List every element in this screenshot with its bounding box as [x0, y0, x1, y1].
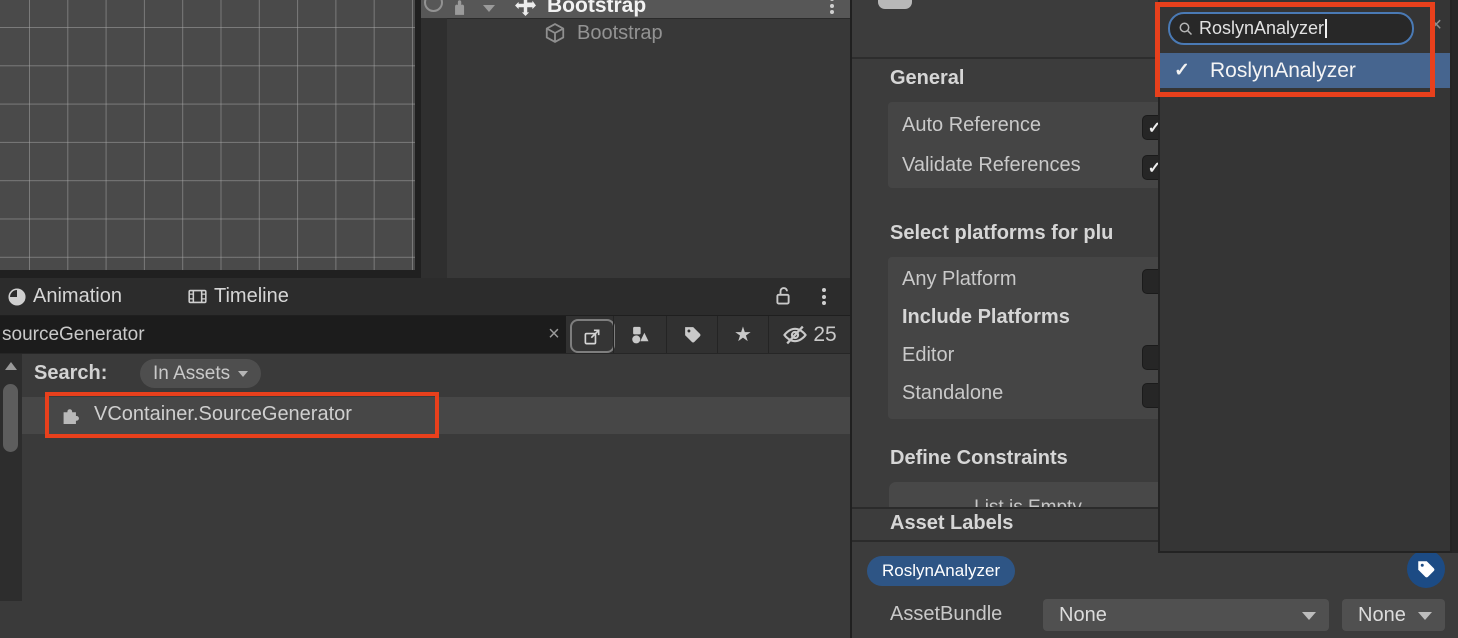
hierarchy-item-label: Bootstrap — [577, 22, 663, 45]
hidden-count: 25 — [813, 323, 836, 347]
project-panel: Animation Timeline sourceGenerator × — [0, 278, 850, 638]
open-in-new-icon — [583, 327, 602, 346]
shapes-icon — [630, 325, 650, 345]
section-title-asset-labels: Asset Labels — [890, 512, 1013, 535]
validate-references-label: Validate References — [902, 154, 1081, 177]
open-search-window-button[interactable] — [570, 319, 615, 353]
assetbundle-variant-dropdown[interactable]: None — [1342, 599, 1445, 631]
unity-editor-window: Bootstrap Bootstrap Animation — [0, 0, 1458, 638]
visibility-column — [421, 18, 447, 278]
chevron-down-icon[interactable] — [483, 5, 495, 12]
search-scope-value: In Assets — [153, 363, 230, 385]
tab-animation-label: Animation — [33, 285, 122, 308]
asset-label-pill-text: RoslynAnalyzer — [882, 561, 1000, 580]
chevron-down-icon — [1302, 612, 1316, 620]
any-platform-label: Any Platform — [902, 268, 1016, 291]
filter-by-type-button[interactable] — [614, 316, 666, 353]
tab-timeline[interactable]: Timeline — [188, 278, 289, 315]
kebab-menu-icon[interactable] — [822, 288, 826, 305]
assetbundle-label: AssetBundle — [890, 603, 1002, 626]
hierarchy-panel: Bootstrap Bootstrap — [421, 0, 850, 278]
hidden-results-button[interactable]: 25 — [769, 316, 850, 353]
scroll-up-icon[interactable] — [5, 362, 17, 370]
prefab-move-icon — [513, 0, 538, 18]
section-title-general: General — [890, 67, 964, 90]
section-title-platforms: Select platforms for plu — [890, 222, 1113, 245]
asset-label-pill[interactable]: RoslynAnalyzer — [867, 556, 1015, 586]
edit-labels-button[interactable] — [1407, 550, 1445, 588]
tag-icon — [1416, 559, 1436, 579]
define-constraints-list: List is Empty — [889, 482, 1167, 507]
standalone-label: Standalone — [902, 382, 1003, 405]
star-icon: ★ — [734, 322, 752, 347]
clear-search-icon[interactable]: × — [542, 316, 566, 353]
general-group: Auto Reference ✓ Validate References ✓ — [888, 102, 1166, 188]
annotation-box-result — [45, 392, 439, 438]
eye-icon[interactable] — [424, 0, 443, 12]
search-scope-label: Search: — [34, 362, 107, 385]
clock-icon — [8, 288, 26, 306]
section-title-define-constraints: Define Constraints — [890, 447, 1068, 470]
vertical-scrollbar[interactable] — [0, 354, 22, 601]
search-toolbar: sourceGenerator × — [0, 316, 850, 354]
kebab-menu-icon[interactable] — [830, 0, 834, 14]
hand-pick-icon[interactable] — [450, 0, 468, 16]
tag-icon — [683, 325, 702, 344]
tab-timeline-label: Timeline — [214, 285, 289, 308]
assetbundle-value: None — [1059, 599, 1107, 631]
scrollbar-thumb[interactable] — [3, 384, 18, 452]
filter-by-label-button[interactable] — [667, 316, 717, 353]
chevron-down-icon — [238, 371, 248, 377]
search-input[interactable]: sourceGenerator — [0, 316, 566, 353]
tab-animation[interactable]: Animation — [8, 278, 122, 315]
define-constraints-empty-text: List is Empty — [889, 497, 1167, 507]
popup-edge-strip — [1452, 0, 1458, 553]
eye-slash-icon — [782, 322, 808, 348]
assetbundle-dropdown[interactable]: None — [1043, 599, 1329, 631]
prefab-title: Bootstrap — [547, 0, 646, 18]
favorites-button[interactable]: ★ — [718, 316, 768, 353]
cube-icon — [544, 22, 566, 44]
include-platforms-label: Include Platforms — [902, 306, 1070, 329]
film-icon — [188, 287, 207, 306]
platforms-group: Any Platform Include Platforms Editor St… — [888, 257, 1166, 419]
editor-label: Editor — [902, 344, 954, 367]
auto-reference-label: Auto Reference — [902, 114, 1041, 137]
scene-view-grid[interactable] — [0, 0, 415, 270]
hierarchy-row-bootstrap[interactable]: Bootstrap — [421, 20, 850, 47]
prefab-header-bar: Bootstrap — [421, 0, 850, 19]
tab-strip: Animation Timeline — [0, 278, 850, 316]
annotation-box-popup — [1155, 2, 1435, 97]
search-input-value: sourceGenerator — [2, 316, 145, 353]
unlock-icon[interactable] — [773, 286, 793, 306]
chevron-down-icon — [1418, 612, 1432, 620]
assetbundle-variant-value: None — [1358, 599, 1406, 631]
search-scope-dropdown[interactable]: In Assets — [140, 359, 261, 388]
inspector-toggle-partial[interactable] — [878, 0, 912, 9]
